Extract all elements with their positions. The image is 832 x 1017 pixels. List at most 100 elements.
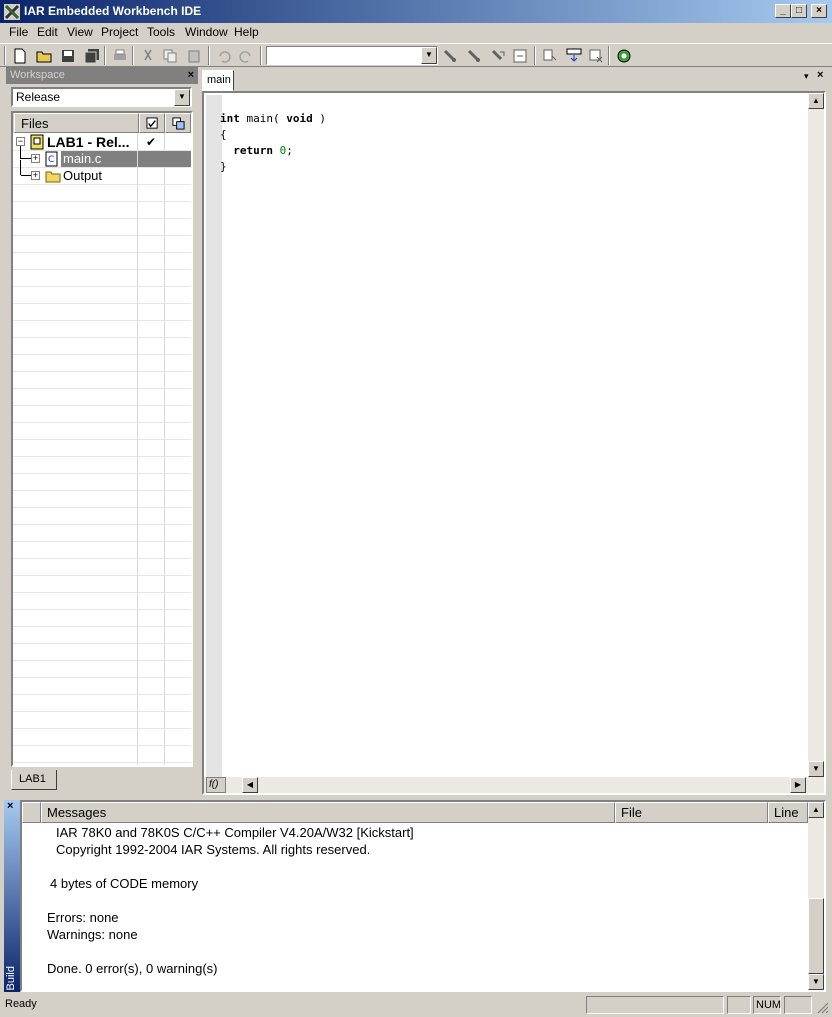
compile-icon[interactable]	[540, 46, 560, 66]
find-combobox[interactable]: ▼	[266, 46, 438, 65]
editor-vertical-scrollbar[interactable]: ▲ ▼	[808, 93, 824, 777]
num-lock-indicator: NUM	[753, 996, 781, 1014]
checkbox-column-icon[interactable]	[139, 113, 165, 133]
status-bar: Ready NUM	[0, 994, 832, 1017]
collapse-icon[interactable]: −	[16, 137, 25, 146]
workspace-title: Workspace	[10, 69, 65, 81]
function-list-button[interactable]: f()	[206, 777, 226, 793]
find-previous-icon[interactable]	[464, 46, 484, 66]
code-text[interactable]: int main( void ) { return 0;}	[220, 111, 326, 175]
menu-help[interactable]: Help	[234, 25, 259, 39]
menu-view[interactable]: View	[67, 25, 93, 39]
workspace-close-icon[interactable]: ×	[188, 67, 194, 83]
undo-icon[interactable]	[214, 46, 234, 66]
status-panel-4	[784, 996, 812, 1014]
grid-line	[13, 218, 191, 219]
code-line-3: return 0;	[233, 144, 293, 157]
workspace-tab-lab1[interactable]: LAB1	[11, 770, 57, 790]
menu-window[interactable]: Window	[185, 25, 228, 39]
grid-line	[13, 745, 191, 746]
message-line[interactable]: Done. 0 error(s), 0 warning(s)	[47, 961, 218, 976]
configuration-select[interactable]: Release ▼	[11, 87, 192, 107]
replace-icon[interactable]	[488, 46, 508, 66]
debug-icon[interactable]	[614, 46, 634, 66]
message-line[interactable]: Errors: none	[47, 910, 119, 925]
build-close-icon[interactable]: ×	[7, 800, 13, 812]
scroll-right-icon[interactable]: ▶	[790, 777, 806, 793]
message-line[interactable]: 4 bytes of CODE memory	[50, 876, 198, 891]
tree-row-main-c[interactable]: + C main.c	[13, 146, 191, 168]
output-label: Output	[63, 168, 103, 183]
grid-line	[13, 643, 191, 644]
svg-text:C: C	[48, 155, 54, 165]
grid-line	[13, 235, 191, 236]
project-check-icon: ✔	[146, 135, 157, 149]
configuration-value: Release	[16, 90, 61, 104]
grid-line	[13, 711, 191, 712]
code-editor[interactable]: int main( void ) { return 0;} ▲ ▼ f() ◀ ▶	[202, 91, 826, 795]
grid-line	[13, 558, 191, 559]
print-icon[interactable]	[110, 46, 130, 66]
options-column-icon[interactable]	[165, 113, 191, 133]
find-next-icon[interactable]	[440, 46, 460, 66]
minimize-button[interactable]: _	[775, 4, 791, 18]
main-c-label: main.c	[61, 151, 137, 167]
build-messages-panel: Messages File Line IAR 78K0 and 78K0S C/…	[20, 800, 826, 992]
grid-line	[13, 728, 191, 729]
menu-file[interactable]: File	[9, 25, 28, 39]
folder-icon	[45, 171, 61, 183]
resize-grip-icon[interactable]	[815, 1000, 829, 1014]
scroll-down-icon[interactable]: ▼	[808, 974, 824, 990]
scroll-left-icon[interactable]: ◀	[242, 777, 258, 793]
scroll-up-icon[interactable]: ▲	[808, 93, 824, 109]
stop-build-icon[interactable]	[586, 46, 606, 66]
grid-line	[13, 762, 191, 763]
maximize-button[interactable]: □	[791, 4, 807, 18]
grid-line	[13, 541, 191, 542]
redo-icon[interactable]	[236, 46, 256, 66]
grid-line	[13, 677, 191, 678]
editor-close-icon[interactable]: ×	[817, 69, 823, 81]
dropdown-arrow-icon[interactable]: ▼	[421, 47, 437, 64]
messages-column-header[interactable]: Messages	[41, 802, 615, 823]
menu-project[interactable]: Project	[101, 25, 138, 39]
save-icon[interactable]	[58, 46, 78, 66]
grid-line	[13, 456, 191, 457]
goto-icon[interactable]	[510, 46, 530, 66]
scroll-down-icon[interactable]: ▼	[808, 761, 824, 777]
menu-edit[interactable]: Edit	[37, 25, 58, 39]
code-line-1: int main( void )	[220, 112, 326, 125]
menu-tools[interactable]: Tools	[147, 25, 175, 39]
editor-horizontal-scrollbar[interactable]: f() ◀ ▶	[204, 777, 824, 793]
build-vertical-scrollbar[interactable]: ▲ ▼	[808, 802, 824, 990]
grid-line	[13, 473, 191, 474]
cut-icon[interactable]	[138, 46, 158, 66]
paste-icon[interactable]	[184, 46, 204, 66]
expand-icon[interactable]: +	[31, 154, 40, 163]
message-line[interactable]: IAR 78K0 and 78K0S C/C++ Compiler V4.20A…	[56, 825, 414, 840]
workspace-tabs: LAB1	[6, 768, 198, 794]
copy-icon[interactable]	[160, 46, 180, 66]
tab-list-icon[interactable]: ▾	[804, 71, 809, 82]
grid-line	[13, 439, 191, 440]
file-column-header[interactable]: File	[615, 802, 768, 823]
chevron-down-icon[interactable]: ▼	[174, 89, 190, 106]
files-column-header[interactable]: Files	[14, 113, 139, 133]
message-line[interactable]: Copyright 1992-2004 IAR Systems. All rig…	[56, 842, 370, 857]
save-all-icon[interactable]	[82, 46, 102, 66]
workspace-titlebar: Workspace ×	[6, 67, 198, 84]
tree-row-project[interactable]: − LAB1 - Rel... ✔	[13, 134, 191, 151]
message-line[interactable]: Warnings: none	[47, 927, 138, 942]
close-button[interactable]: ×	[811, 4, 827, 18]
expand-icon[interactable]: +	[31, 171, 40, 180]
scroll-up-icon[interactable]: ▲	[808, 802, 824, 818]
make-icon[interactable]	[564, 46, 584, 66]
tree-row-output[interactable]: + Output	[13, 160, 191, 185]
grid-line	[13, 201, 191, 202]
open-folder-icon[interactable]	[34, 46, 54, 66]
new-file-icon[interactable]	[10, 46, 30, 66]
line-column-header[interactable]: Line	[768, 802, 808, 823]
scroll-thumb[interactable]	[808, 898, 824, 974]
editor-tab-main[interactable]: main	[202, 70, 234, 91]
grid-line	[13, 575, 191, 576]
